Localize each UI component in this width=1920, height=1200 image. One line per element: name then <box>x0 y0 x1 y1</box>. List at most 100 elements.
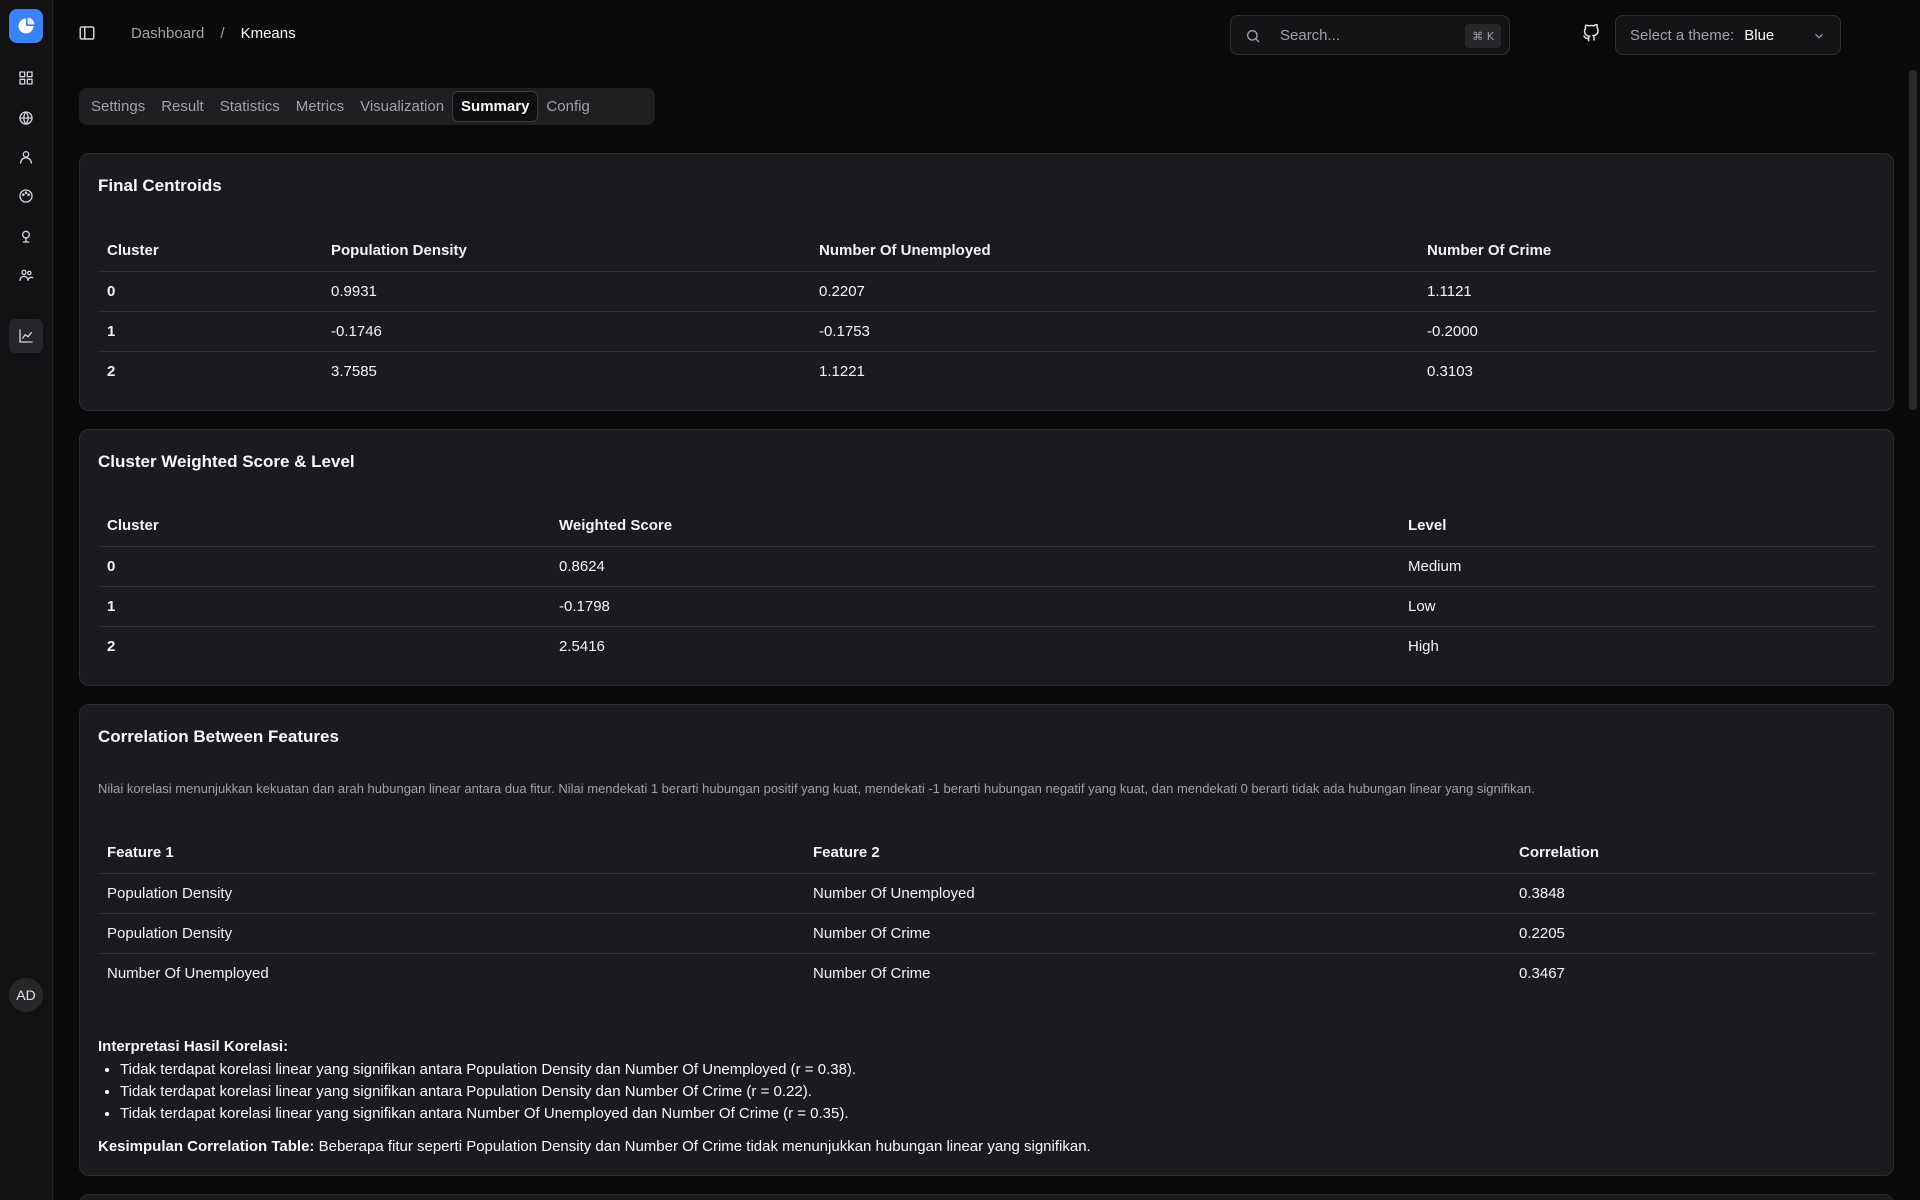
sidebar-toggle-button[interactable] <box>78 24 98 44</box>
next-card <box>79 1194 1894 1200</box>
tab-config[interactable]: Config <box>538 92 597 121</box>
cell: 3.7585 <box>331 362 377 380</box>
table-header-row: Feature 1 Feature 2 Correlation <box>98 833 1875 874</box>
breadcrumb-separator: / <box>220 25 225 42</box>
card-title: Final Centroids <box>98 176 222 195</box>
map-pin-icon <box>22 230 30 243</box>
column-header: Population Density <box>322 231 810 272</box>
column-header: Feature 2 <box>804 833 1510 874</box>
scrollbar[interactable] <box>1909 70 1917 410</box>
cell: High <box>1408 637 1439 655</box>
users-icon <box>19 269 34 281</box>
weighted-score-card: Cluster Weighted Score & Level Cluster W… <box>79 429 1894 686</box>
cell: Population Density <box>98 873 804 914</box>
search-placeholder: Search... <box>1280 27 1341 44</box>
column-header: Level <box>1399 506 1875 547</box>
column-header: Correlation <box>1510 833 1875 874</box>
tab-metrics[interactable]: Metrics <box>288 92 352 121</box>
nav-globe[interactable] <box>13 105 39 131</box>
list-item: Tidak terdapat korelasi linear yang sign… <box>120 1083 856 1101</box>
nav-chart[interactable] <box>9 319 43 353</box>
column-header: Cluster <box>98 506 550 547</box>
interpretation-list: Tidak terdapat korelasi linear yang sign… <box>120 1061 856 1123</box>
tab-list: Settings Result Statistics Metrics Visua… <box>79 88 655 125</box>
cell: 0.3103 <box>1427 362 1473 380</box>
cell: 0.3467 <box>1519 964 1565 982</box>
final-centroids-card: Final Centroids Cluster Population Densi… <box>79 153 1894 411</box>
theme-select-value: Blue <box>1744 26 1775 44</box>
conclusion-text: Beberapa fitur seperti Population Densit… <box>314 1138 1091 1155</box>
cell: Number Of Crime <box>813 964 931 982</box>
table-header-row: Cluster Weighted Score Level <box>98 506 1875 547</box>
logo-icon <box>18 17 35 34</box>
app-logo[interactable] <box>9 9 43 43</box>
tab-settings[interactable]: Settings <box>83 92 153 121</box>
cell: 0.2207 <box>810 271 1418 312</box>
interpretation-heading: Interpretasi Hasil Korelasi: <box>98 1038 289 1055</box>
cell: Number Of Unemployed <box>107 964 269 982</box>
weighted-score-table: Cluster Weighted Score Level 0 0.8624 Me… <box>98 506 1875 666</box>
cell: 2.5416 <box>559 637 605 655</box>
correlation-description: Nilai korelasi menunjukkan kekuatan dan … <box>98 781 1535 796</box>
chevron-down-icon <box>1812 29 1826 47</box>
table-row: 2 3.7585 1.1221 0.3103 <box>98 351 1875 391</box>
centroids-table: Cluster Population Density Number Of Une… <box>98 231 1875 391</box>
search-input[interactable]: Search... ⌘ K <box>1230 15 1510 55</box>
sidebar: AD <box>0 0 53 1200</box>
breadcrumb: Dashboard / Kmeans <box>131 25 296 42</box>
nav-user[interactable] <box>13 144 39 170</box>
cell: Low <box>1399 586 1875 627</box>
correlation-table: Feature 1 Feature 2 Correlation Populati… <box>98 833 1875 993</box>
table-row: Population Density Number Of Unemployed … <box>98 873 1875 914</box>
cell: Number Of Crime <box>804 913 1510 954</box>
table-row: 1 -0.1746 -0.1753 -0.2000 <box>98 311 1875 352</box>
list-item: Tidak terdapat korelasi linear yang sign… <box>120 1105 856 1123</box>
nav-users[interactable] <box>13 262 39 288</box>
cell: Medium <box>1399 546 1875 587</box>
nav-dashboard[interactable] <box>13 65 39 91</box>
github-button[interactable] <box>1582 23 1602 44</box>
theme-select-label: Select a theme: <box>1630 26 1735 44</box>
chart-line-icon <box>19 329 33 343</box>
tab-visualization[interactable]: Visualization <box>352 92 452 121</box>
tab-result[interactable]: Result <box>153 92 212 121</box>
cell: 1 <box>98 586 550 627</box>
conclusion-label: Kesimpulan Correlation Table: <box>98 1138 315 1155</box>
panel-left-icon <box>79 26 95 40</box>
cell: 1.1121 <box>1418 271 1875 312</box>
github-icon <box>1583 23 1599 42</box>
cell: 2 <box>107 637 116 655</box>
palette-icon <box>19 189 33 203</box>
cell: 0 <box>98 271 322 312</box>
cell: Population Density <box>98 913 804 954</box>
cell: -0.1746 <box>322 311 810 352</box>
dashboard-icon <box>19 71 33 85</box>
table-row: 0 0.8624 Medium <box>98 546 1875 587</box>
tab-summary[interactable]: Summary <box>452 91 539 122</box>
column-header: Weighted Score <box>550 506 1399 547</box>
column-header: Feature 1 <box>98 833 804 874</box>
table-row: Population Density Number Of Crime 0.220… <box>98 913 1875 954</box>
list-item: Tidak terdapat korelasi linear yang sign… <box>120 1061 856 1079</box>
app-root: AD Dashboard / Kmeans Search... ⌘ K Sele… <box>0 0 1920 1200</box>
search-shortcut: ⌘ K <box>1465 24 1501 48</box>
cell: 0.9931 <box>322 271 810 312</box>
conclusion: Kesimpulan Correlation Table: Beberapa f… <box>98 1138 1091 1155</box>
avatar[interactable]: AD <box>9 978 43 1012</box>
table-row: 0 0.9931 0.2207 1.1121 <box>98 271 1875 312</box>
cell: -0.2000 <box>1418 311 1875 352</box>
card-title: Correlation Between Features <box>98 727 339 746</box>
column-header: Number Of Unemployed <box>810 231 1418 272</box>
nav-map-pin[interactable] <box>13 223 39 249</box>
breadcrumb-dashboard[interactable]: Dashboard <box>131 25 204 42</box>
cell: 0.2205 <box>1510 913 1875 954</box>
nav-palette[interactable] <box>13 183 39 209</box>
cell: 0 <box>98 546 550 587</box>
table-row: 1 -0.1798 Low <box>98 586 1875 627</box>
cell: 1 <box>98 311 322 352</box>
search-icon <box>1245 28 1261 49</box>
table-row: 2 2.5416 High <box>98 626 1875 666</box>
theme-select[interactable]: Select a theme: Blue <box>1615 15 1841 55</box>
cell: Number Of Unemployed <box>804 873 1510 914</box>
tab-statistics[interactable]: Statistics <box>212 92 288 121</box>
